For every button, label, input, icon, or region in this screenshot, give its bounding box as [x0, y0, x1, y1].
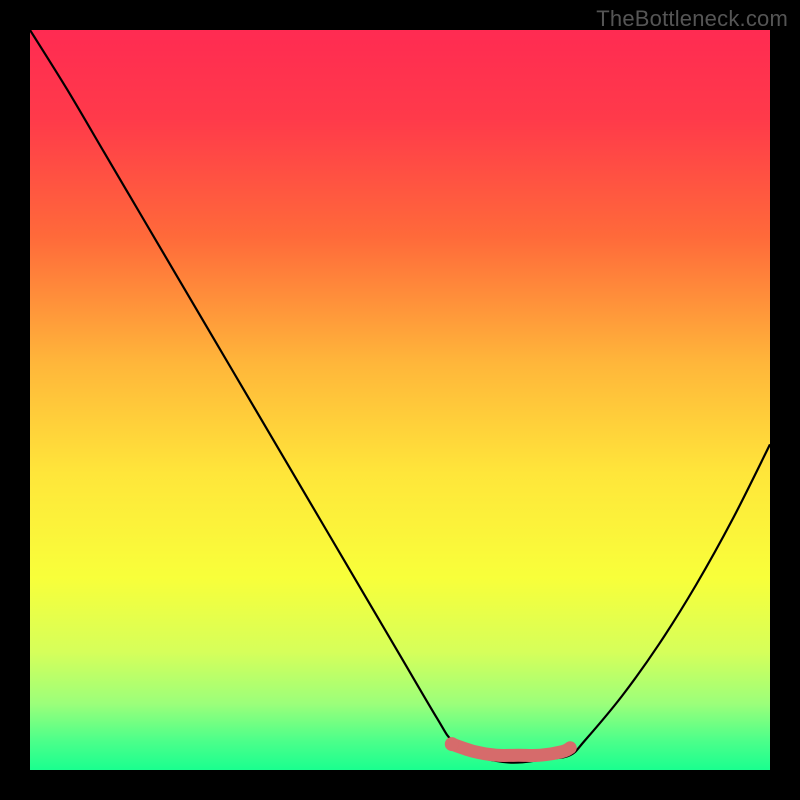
chart-container: TheBottleneck.com [0, 0, 800, 800]
watermark-text: TheBottleneck.com [596, 6, 788, 32]
chart-background [30, 30, 770, 770]
chart-svg [30, 30, 770, 770]
optimal-band-start-dot [445, 737, 459, 751]
plot-area [30, 30, 770, 770]
